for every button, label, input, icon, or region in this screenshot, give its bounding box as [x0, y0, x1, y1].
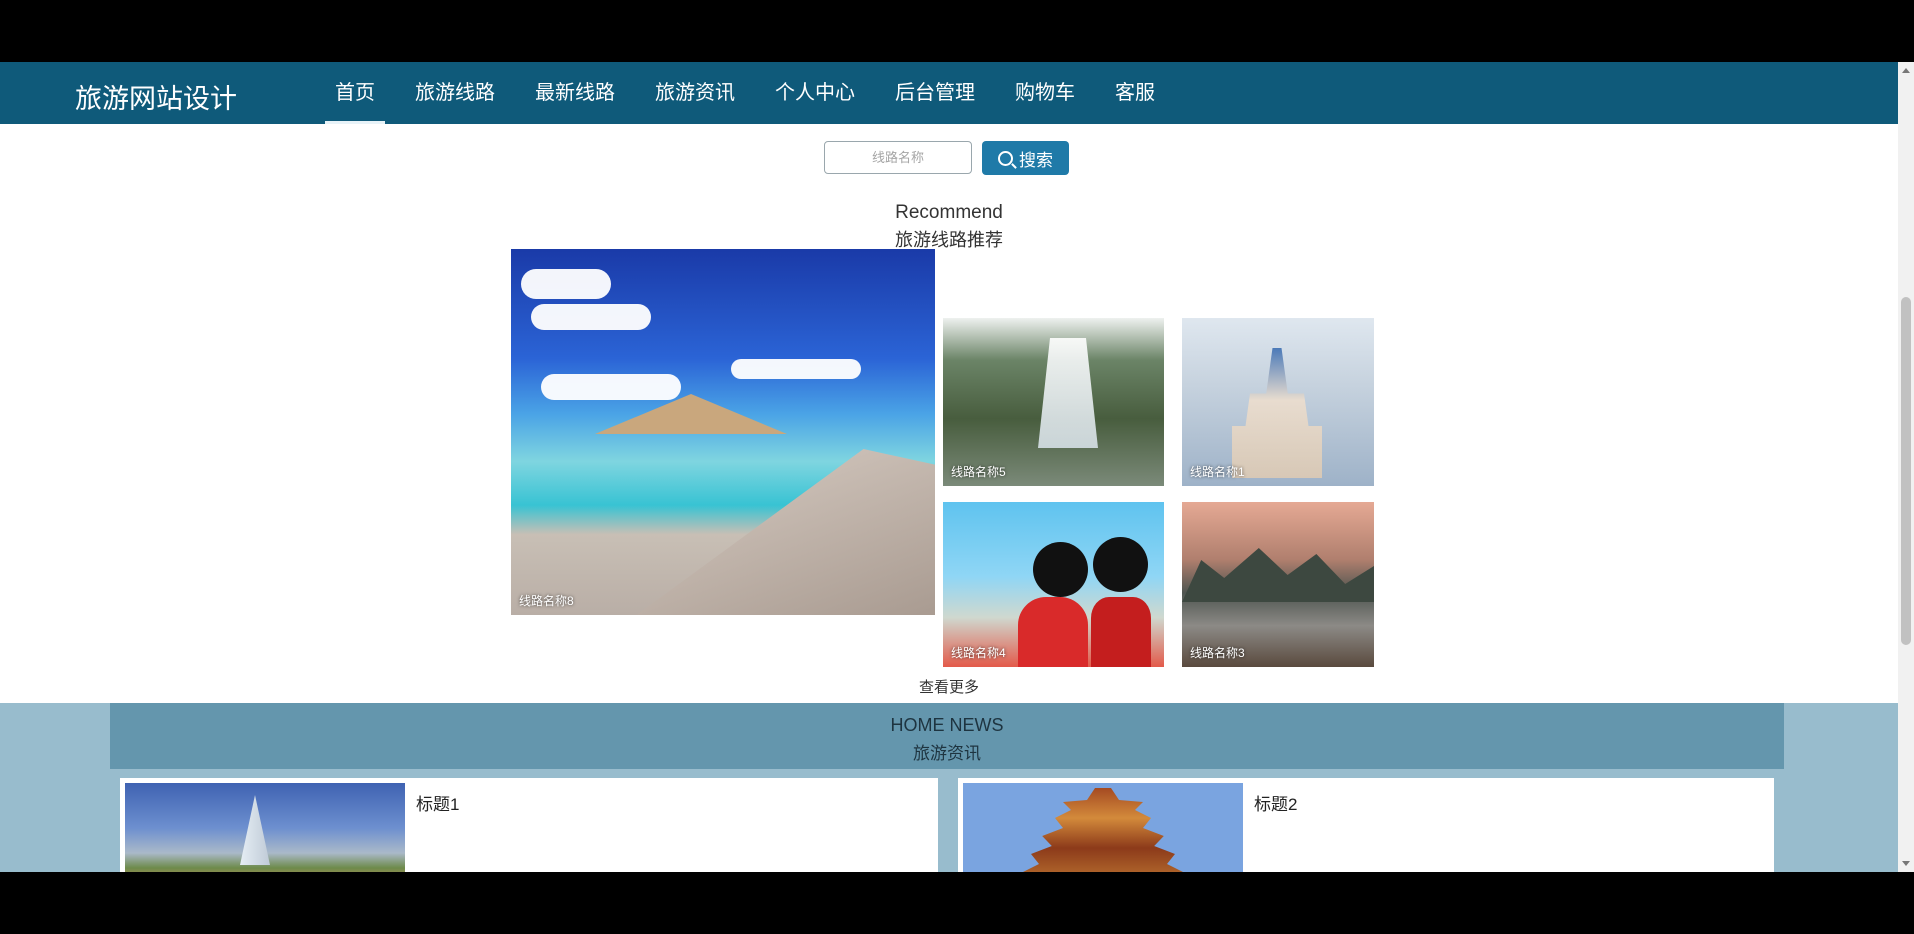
cloud-shape — [521, 269, 611, 299]
mountain-shape — [1182, 548, 1374, 602]
pier-shape — [631, 449, 935, 615]
browser-viewport: 旅游网站设计 首页 旅游线路 最新线路 旅游资讯 个人中心 后台管理 购物车 客… — [0, 62, 1898, 872]
nav-item-personal-center[interactable]: 个人中心 — [755, 62, 875, 124]
route-caption: 线路名称8 — [519, 594, 574, 608]
scroll-down-arrow-icon[interactable] — [1902, 861, 1910, 866]
nav-item-latest-routes[interactable]: 最新线路 — [515, 62, 635, 124]
nav-item-admin[interactable]: 后台管理 — [875, 62, 995, 124]
recommend-title-cn: 旅游线路推荐 — [895, 230, 1003, 250]
news-thumbnail — [963, 783, 1243, 872]
news-card[interactable]: 标题2 — [958, 778, 1774, 872]
castle-shape — [1232, 348, 1322, 478]
route-caption: 线路名称5 — [951, 465, 1006, 479]
nav-item-cart[interactable]: 购物车 — [995, 62, 1095, 124]
route-tile[interactable]: 线路名称1 — [1182, 318, 1374, 486]
news-card[interactable]: 标题1 — [120, 778, 938, 872]
search-input[interactable] — [824, 141, 972, 174]
news-section: HOME NEWS 旅游资讯 标题1 标题2 — [0, 703, 1898, 872]
route-tile[interactable]: 线路名称3 — [1182, 502, 1374, 667]
nav-item-news[interactable]: 旅游资讯 — [635, 62, 755, 124]
nav-menu: 首页 旅游线路 最新线路 旅游资讯 个人中心 后台管理 购物车 客服 — [315, 62, 1175, 124]
vertical-scrollbar[interactable] — [1898, 62, 1914, 872]
search-button-label: 搜索 — [1019, 150, 1053, 170]
news-banner: HOME NEWS 旅游资讯 — [110, 703, 1784, 769]
cloud-shape — [531, 304, 651, 330]
route-caption: 线路名称1 — [1190, 465, 1245, 479]
route-caption: 线路名称3 — [1190, 646, 1245, 660]
search-button[interactable]: 搜索 — [982, 141, 1069, 175]
character-shape — [1091, 597, 1151, 667]
nav-item-routes[interactable]: 旅游线路 — [395, 62, 515, 124]
news-title-en: HOME NEWS — [890, 715, 1004, 735]
route-tile[interactable]: 线路名称5 — [943, 318, 1164, 486]
news-thumbnail — [125, 783, 405, 872]
waterfall-shape — [1038, 338, 1098, 448]
character-shape — [1018, 597, 1088, 667]
navbar: 旅游网站设计 首页 旅游线路 最新线路 旅游资讯 个人中心 后台管理 购物车 客… — [0, 62, 1898, 124]
search-icon — [998, 150, 1013, 166]
news-card-title[interactable]: 标题2 — [1254, 790, 1297, 815]
tower-shape — [240, 795, 270, 865]
nav-item-home[interactable]: 首页 — [315, 62, 395, 124]
route-caption: 线路名称4 — [951, 646, 1006, 660]
route-tile[interactable]: 线路名称4 — [943, 502, 1164, 667]
news-title-cn: 旅游资讯 — [913, 744, 981, 763]
cloud-shape — [731, 359, 861, 379]
site-brand[interactable]: 旅游网站设计 — [75, 77, 237, 116]
pagoda-shape — [1023, 788, 1183, 872]
search-bar: 搜索 — [824, 141, 1069, 175]
character-head-shape — [1093, 537, 1148, 592]
character-head-shape — [1033, 542, 1088, 597]
news-card-title[interactable]: 标题1 — [416, 790, 459, 815]
recommend-title-en: Recommend — [895, 202, 1003, 223]
hut-roof-shape — [595, 394, 787, 434]
nav-item-customer-service[interactable]: 客服 — [1095, 62, 1175, 124]
see-more-link[interactable]: 查看更多 — [0, 676, 1898, 697]
cloud-shape — [541, 374, 681, 400]
route-tile-featured[interactable]: 线路名称8 — [511, 249, 935, 615]
scrollbar-thumb[interactable] — [1901, 297, 1911, 645]
scroll-up-arrow-icon[interactable] — [1902, 68, 1910, 73]
